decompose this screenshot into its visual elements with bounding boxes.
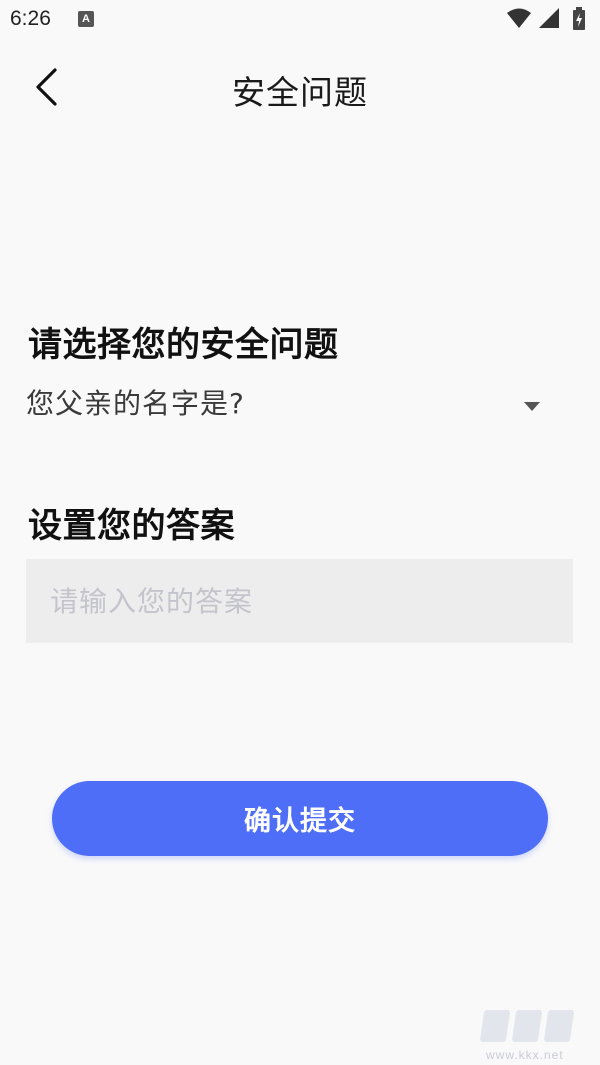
status-bar: 6:26 A	[0, 0, 600, 42]
signal-icon	[539, 8, 559, 28]
notification-icon: A	[78, 11, 94, 27]
page-title: 安全问题	[232, 73, 368, 112]
caret-down-icon	[524, 402, 540, 411]
question-section-title: 请选择您的安全问题	[28, 325, 339, 365]
watermark-url: www.kkx.net	[486, 1048, 564, 1062]
selected-question: 您父亲的名字是?	[26, 387, 245, 420]
answer-section-title: 设置您的答案	[28, 506, 235, 546]
status-time: 6:26	[10, 7, 51, 30]
wifi-icon	[507, 8, 531, 28]
watermark-logo: www.kkx.net	[479, 1010, 575, 1062]
security-question-select[interactable]: 您父亲的名字是?	[26, 372, 546, 432]
submit-button[interactable]: 确认提交	[52, 781, 548, 856]
watermark-mark	[479, 1010, 575, 1044]
battery-charging-icon	[573, 7, 585, 30]
answer-input[interactable]	[26, 559, 573, 643]
